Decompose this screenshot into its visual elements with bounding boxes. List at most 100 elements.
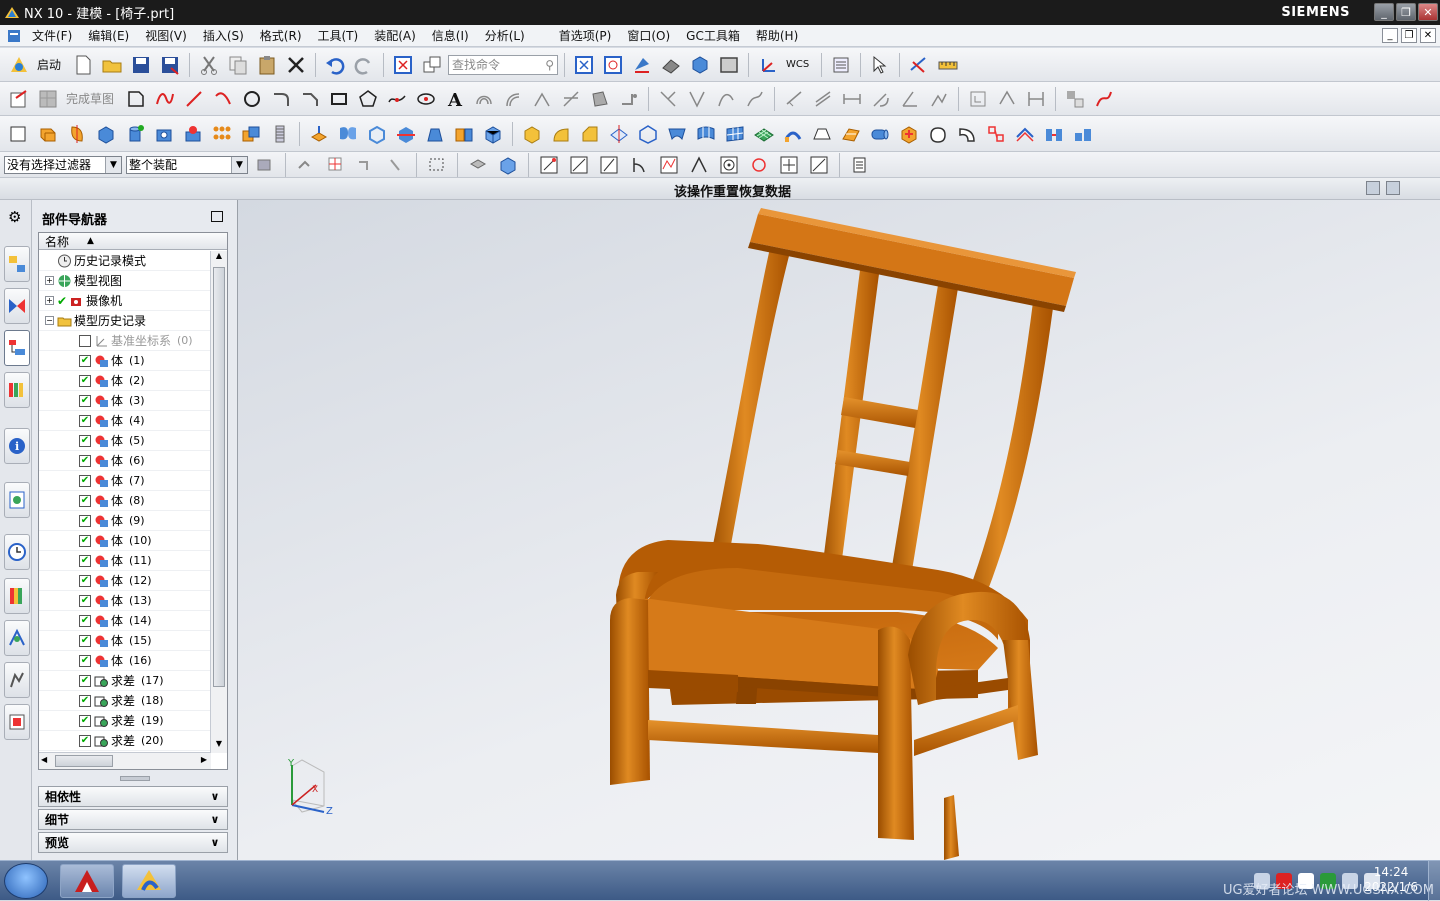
- zoom-icon[interactable]: [600, 52, 626, 78]
- visibility-checkbox[interactable]: ✔: [79, 614, 91, 627]
- rectangle-icon[interactable]: [326, 86, 352, 112]
- section-preview[interactable]: 预览 ∨: [38, 832, 228, 853]
- menu-assembly[interactable]: 装配(A): [366, 27, 424, 44]
- visibility-checkbox[interactable]: ✔: [79, 514, 91, 527]
- tree-row-body[interactable]: ✔ 体 (14): [39, 611, 211, 631]
- document-icon[interactable]: [6, 28, 22, 44]
- horizontal-scrollbar[interactable]: ◀ ▶: [39, 752, 211, 769]
- rectangle-select-icon[interactable]: [424, 152, 450, 178]
- auto-constrain-icon[interactable]: [994, 86, 1020, 112]
- angular-dimension-icon[interactable]: [897, 86, 923, 112]
- web-browser-icon[interactable]: i: [4, 428, 30, 464]
- maximize-icon[interactable]: [211, 211, 223, 222]
- visibility-checkbox[interactable]: ✔: [79, 594, 91, 607]
- general-selection-icon[interactable]: [293, 152, 319, 178]
- menu-tools[interactable]: 工具(T): [310, 27, 367, 44]
- copy-icon[interactable]: [225, 52, 251, 78]
- offset-face-icon[interactable]: [306, 121, 332, 147]
- new-icon[interactable]: [70, 52, 96, 78]
- mirror-curve-icon[interactable]: [529, 86, 555, 112]
- doc-close-button[interactable]: ✕: [1420, 28, 1436, 43]
- revolve-icon[interactable]: [64, 121, 90, 147]
- tree-row-body[interactable]: ✔ 体 (12): [39, 571, 211, 591]
- pattern-feature-icon[interactable]: [209, 121, 235, 147]
- chevron-down-icon[interactable]: ▼: [231, 156, 247, 173]
- edge-blend-icon[interactable]: [519, 121, 545, 147]
- select-edge-icon[interactable]: [383, 152, 409, 178]
- linear-dimension-icon[interactable]: [839, 86, 865, 112]
- section-dependencies[interactable]: 相依性 ∨: [38, 786, 228, 807]
- measure-icon[interactable]: [906, 52, 932, 78]
- geometric-constraint-icon[interactable]: [781, 86, 807, 112]
- sort-ascending-icon[interactable]: ▲: [87, 236, 94, 246]
- snap-control-point-icon[interactable]: [596, 152, 622, 178]
- radial-dimension-icon[interactable]: [868, 86, 894, 112]
- visibility-checkbox[interactable]: ✔: [79, 634, 91, 647]
- back-right-leg[interactable]: [944, 795, 959, 860]
- nx-app-icon[interactable]: [4, 5, 20, 21]
- mirror-feature-icon[interactable]: [1070, 121, 1096, 147]
- snap-curve-point-icon[interactable]: [656, 152, 682, 178]
- background-icon[interactable]: [716, 52, 742, 78]
- collapse-icon[interactable]: −: [45, 316, 54, 325]
- tree-row-model-views[interactable]: + 模型视图: [39, 271, 211, 291]
- profile-icon[interactable]: [123, 86, 149, 112]
- paste-icon[interactable]: [254, 52, 280, 78]
- tree-row-body[interactable]: ✔ 体 (16): [39, 651, 211, 671]
- alternate-solution-icon[interactable]: [1091, 86, 1117, 112]
- tree-row-subtract[interactable]: ✔ 求差 (18): [39, 691, 211, 711]
- front-stretcher[interactable]: [648, 720, 878, 753]
- chamfer-feature-icon[interactable]: [577, 121, 603, 147]
- chair-model[interactable]: Y Z X: [238, 200, 1440, 860]
- bounded-plane-icon[interactable]: [838, 121, 864, 147]
- datum-csys-icon[interactable]: [635, 121, 661, 147]
- curve-mesh-icon[interactable]: [722, 121, 748, 147]
- save-icon[interactable]: [128, 52, 154, 78]
- chevron-down-icon[interactable]: ∨: [207, 788, 223, 805]
- panel-splitter[interactable]: [120, 776, 150, 781]
- visibility-checkbox[interactable]: ✔: [79, 434, 91, 447]
- menu-analysis[interactable]: 分析(L): [477, 27, 533, 44]
- chevron-down-icon[interactable]: ∨: [207, 811, 223, 828]
- face-blend-icon[interactable]: [548, 121, 574, 147]
- line-icon[interactable]: [181, 86, 207, 112]
- sketch-icon[interactable]: [6, 86, 32, 112]
- history-icon[interactable]: [4, 482, 30, 518]
- extend-icon[interactable]: [684, 86, 710, 112]
- start-button[interactable]: 启动: [37, 56, 61, 73]
- search-icon[interactable]: ⚲: [545, 58, 554, 72]
- mesh-surface-icon[interactable]: [751, 121, 777, 147]
- tree-row-body[interactable]: ✔ 体 (11): [39, 551, 211, 571]
- visibility-checkbox[interactable]: ✔: [79, 354, 91, 367]
- unite-icon[interactable]: [238, 121, 264, 147]
- tree-row-history-folder[interactable]: − 模型历史记录: [39, 311, 211, 331]
- sheet-icon[interactable]: [335, 121, 361, 147]
- wcs-label[interactable]: WCS: [786, 59, 809, 70]
- assembly-navigator-icon[interactable]: [4, 246, 30, 282]
- snap-arc-center-icon[interactable]: [686, 152, 712, 178]
- visibility-checkbox[interactable]: [79, 334, 91, 347]
- process-studio-icon[interactable]: [4, 704, 30, 740]
- fit-view-icon[interactable]: [571, 52, 597, 78]
- visibility-checkbox[interactable]: ✔: [79, 534, 91, 547]
- snap-icon[interactable]: [323, 152, 349, 178]
- vertical-scrollbar[interactable]: ▲ ▼: [210, 251, 227, 753]
- swept-icon[interactable]: [780, 121, 806, 147]
- show-desktop-button[interactable]: [1428, 861, 1440, 901]
- variable-blend-icon[interactable]: [954, 121, 980, 147]
- minimize-button[interactable]: _: [1374, 3, 1394, 21]
- tree-row-datum[interactable]: 基准坐标系 (0): [39, 331, 211, 351]
- visual-palette-icon[interactable]: [4, 578, 30, 614]
- n-sided-surface-icon[interactable]: [809, 121, 835, 147]
- menu-window[interactable]: 窗口(O): [619, 27, 678, 44]
- select-feature-icon[interactable]: [353, 152, 379, 178]
- sew-icon[interactable]: [480, 121, 506, 147]
- resource-settings-icon[interactable]: ⚙: [8, 208, 21, 226]
- filter-icon[interactable]: [252, 152, 278, 178]
- snap-point-on-curve-icon[interactable]: [806, 152, 832, 178]
- tree-row-body[interactable]: ✔ 体 (9): [39, 511, 211, 531]
- thread-icon[interactable]: [267, 121, 293, 147]
- name-column-header[interactable]: 名称 ▲: [39, 233, 227, 250]
- visibility-checkbox[interactable]: ✔: [79, 414, 91, 427]
- chevron-down-icon[interactable]: ▼: [105, 156, 121, 173]
